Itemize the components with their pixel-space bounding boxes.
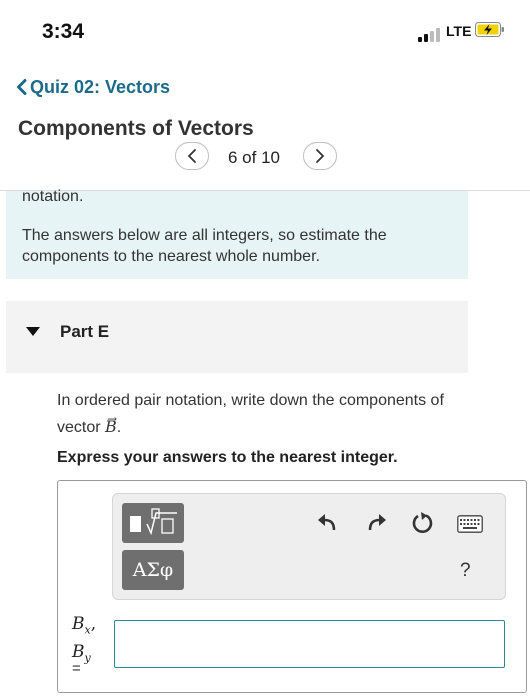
vector-arrow-icon: → (107, 412, 118, 426)
template-button[interactable] (122, 503, 184, 543)
instruction-text: Express your answers to the nearest inte… (57, 449, 398, 466)
part-label: Part E (60, 322, 110, 341)
signal-icon (418, 28, 446, 42)
keyboard-icon[interactable] (457, 515, 483, 533)
reset-icon[interactable] (411, 511, 435, 535)
redo-icon[interactable] (366, 512, 388, 534)
question-period: . (116, 419, 122, 436)
chevron-left-icon (16, 78, 27, 97)
equals-sign: = (72, 660, 81, 677)
triangle-down-icon (26, 327, 40, 336)
info-note: The answers below are all integers, so e… (22, 227, 387, 265)
chevron-right-icon (316, 149, 324, 163)
previous-button[interactable] (175, 142, 209, 170)
vector-b-symbol: → B (105, 412, 117, 440)
question-text: In ordered pair notation, write down the… (57, 388, 477, 441)
undo-icon[interactable] (316, 512, 338, 534)
back-link-label: Quiz 02: Vectors (30, 77, 171, 97)
template-icon (130, 508, 177, 536)
back-link[interactable]: Quiz 02: Vectors (16, 77, 170, 98)
chevron-left-icon (188, 149, 196, 163)
pager-position: 6 of 10 (228, 148, 280, 167)
status-time: 3:34 (42, 20, 85, 43)
next-button[interactable] (303, 142, 337, 170)
answer-input[interactable] (114, 620, 505, 668)
part-header[interactable]: Part E (6, 301, 468, 373)
help-button[interactable]: ? (460, 560, 471, 582)
symbols-button[interactable]: ΑΣφ (122, 550, 184, 590)
battery-charging-icon (475, 22, 504, 37)
network-label: LTE (446, 23, 472, 39)
page-title: Components of Vectors (18, 117, 254, 140)
info-fragment: notation. (22, 188, 84, 205)
info-panel: notation. The answers below are all inte… (6, 188, 468, 279)
